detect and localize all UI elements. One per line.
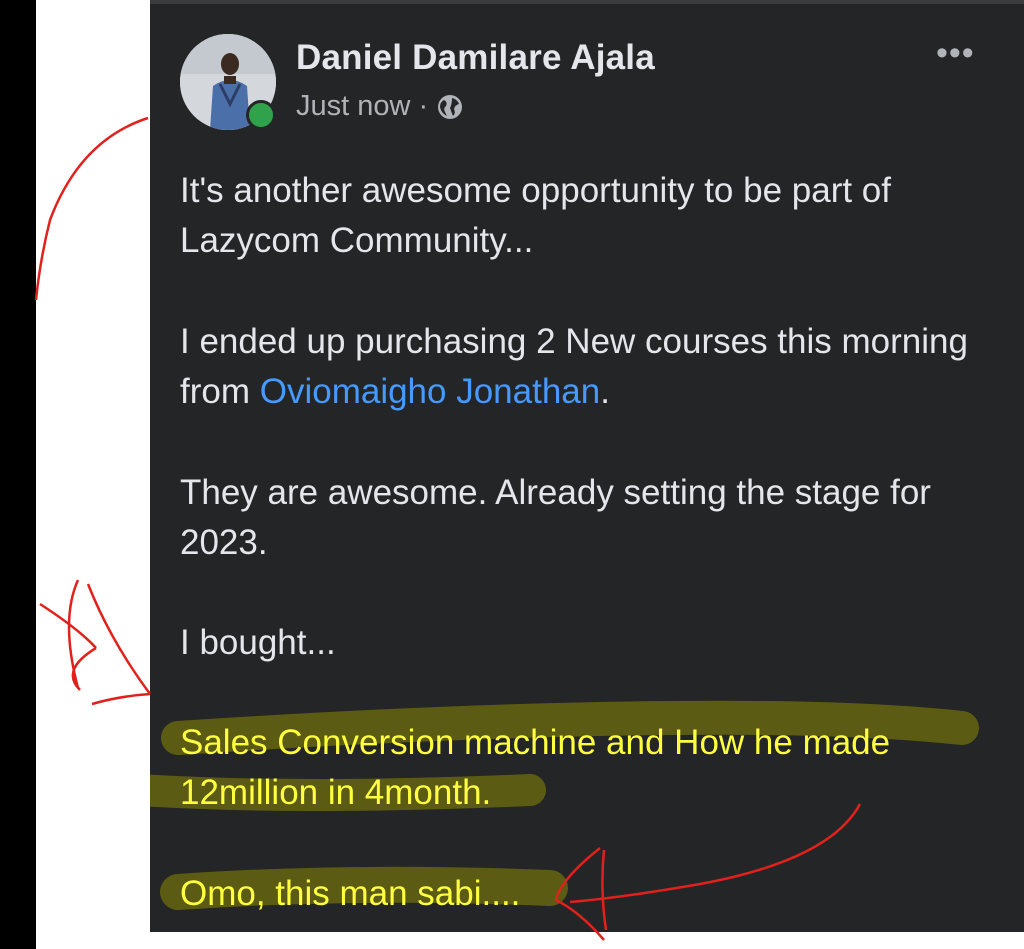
red-annotation-arrows	[34, 116, 862, 941]
